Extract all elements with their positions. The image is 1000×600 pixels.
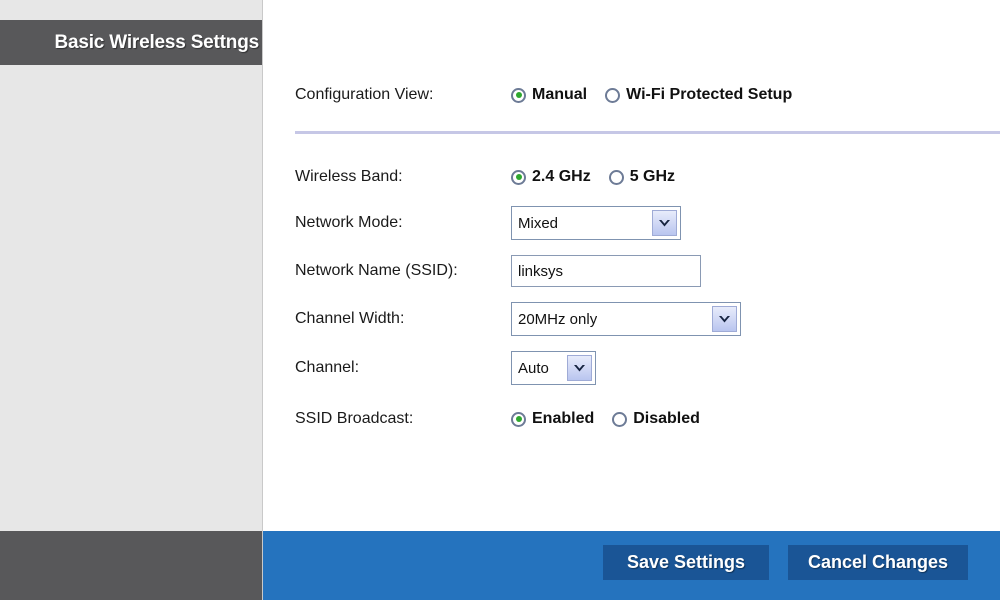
router-admin-screen: Basic Wireless Settngs Configuration Vie… [0,0,1000,600]
configuration-view-radio-group: Manual Wi-Fi Protected Setup [511,86,792,104]
radio-wifi-protected-setup-icon[interactable] [605,87,621,103]
wireless-settings-form: Configuration View: Manual Wi-Fi Protect… [263,0,1000,531]
ssid-broadcast-control: Enabled Disabled [511,410,700,428]
chevron-down-icon[interactable] [567,355,592,381]
wireless-band-radio-group: 2.4 GHz 5 GHz [511,168,675,186]
row-channel-width: Channel Width: 20MHz only [295,302,741,336]
left-sidebar: Basic Wireless Settngs [0,0,263,600]
channel-width-value: 20MHz only [518,310,598,328]
wireless-band-label: Wireless Band: [295,168,403,185]
radio-enabled-label: Enabled [532,410,595,427]
network-name-value: linksys [518,262,564,280]
chevron-down-icon[interactable] [652,210,677,236]
network-mode-control: Mixed [511,206,681,240]
wireless-band-control: 2.4 GHz 5 GHz [511,168,675,186]
configuration-view-label: Configuration View: [295,86,434,103]
row-configuration-view: Configuration View: Manual Wi-Fi Protect… [295,80,792,110]
network-mode-label: Network Mode: [295,214,403,231]
save-settings-button[interactable]: Save Settings [603,545,769,580]
row-channel: Channel: Auto [295,351,596,385]
channel-width-select[interactable]: 20MHz only [511,302,741,336]
radio-manual-icon[interactable] [511,87,526,103]
main-content-panel: Configuration View: Manual Wi-Fi Protect… [263,0,1000,600]
page-title-bar: Basic Wireless Settngs [0,20,262,65]
radio-2-4ghz-label: 2.4 GHz [532,168,591,185]
configuration-view-control: Manual Wi-Fi Protected Setup [511,86,792,104]
channel-width-label: Channel Width: [295,310,405,327]
radio-option-2-4ghz[interactable]: 2.4 GHz [511,168,591,186]
radio-option-5ghz[interactable]: 5 GHz [608,168,676,186]
radio-option-wifi-protected-setup[interactable]: Wi-Fi Protected Setup [605,86,792,104]
radio-option-manual[interactable]: Manual [511,86,587,104]
radio-option-disabled[interactable]: Disabled [612,410,700,428]
radio-2-4ghz-icon[interactable] [511,169,526,185]
network-name-label: Network Name (SSID): [295,262,458,279]
ssid-broadcast-radio-group: Enabled Disabled [511,410,700,428]
network-mode-value: Mixed [518,214,559,232]
page-title: Basic Wireless Settngs [54,31,259,53]
channel-width-control: 20MHz only [511,302,741,336]
ssid-broadcast-label: SSID Broadcast: [295,410,414,427]
radio-5ghz-label: 5 GHz [629,168,676,185]
section-divider [295,131,1000,134]
radio-wifi-protected-setup-label: Wi-Fi Protected Setup [626,86,793,103]
channel-select[interactable]: Auto [511,351,596,385]
row-network-mode: Network Mode: Mixed [295,206,681,240]
chevron-down-icon[interactable] [712,306,737,332]
radio-disabled-label: Disabled [633,410,700,427]
radio-5ghz-icon[interactable] [608,169,624,185]
channel-control: Auto [511,351,596,385]
action-bar: Save Settings Cancel Changes [263,531,1000,600]
network-name-input[interactable]: linksys [511,255,701,287]
radio-enabled-icon[interactable] [511,411,526,427]
radio-option-enabled[interactable]: Enabled [511,410,594,428]
network-name-control: linksys [511,255,701,287]
network-mode-select[interactable]: Mixed [511,206,681,240]
row-wireless-band: Wireless Band: 2.4 GHz 5 GHz [295,162,675,192]
radio-disabled-icon[interactable] [612,411,628,427]
channel-label: Channel: [295,359,360,376]
radio-manual-label: Manual [532,86,588,103]
cancel-changes-button[interactable]: Cancel Changes [788,545,968,580]
left-footer-bar [0,531,262,600]
row-ssid-broadcast: SSID Broadcast: Enabled Disabled [295,404,700,434]
channel-value: Auto [518,359,549,377]
row-network-name: Network Name (SSID): linksys [295,255,701,287]
